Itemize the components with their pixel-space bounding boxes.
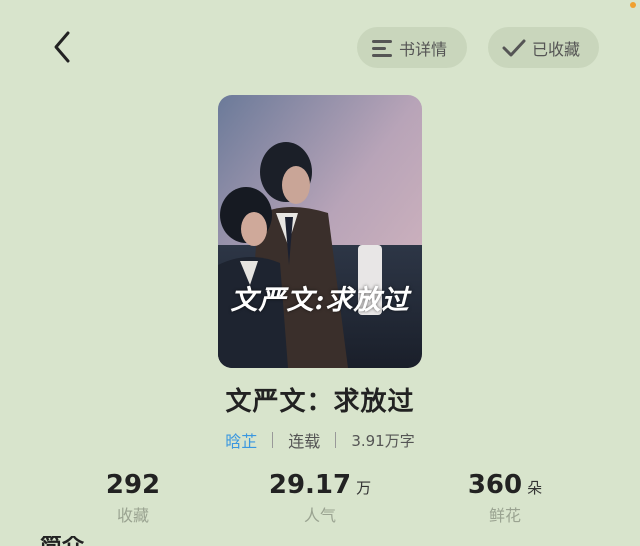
author-link[interactable]: 晗芷: [225, 428, 257, 452]
favorites-label: 收藏: [116, 506, 149, 525]
flowers-unit: 朵: [527, 479, 543, 497]
popularity-count: 29.17: [268, 470, 352, 500]
flowers-label: 鲜花: [488, 506, 521, 525]
favorites-count: 292: [105, 470, 161, 500]
meta-divider: [335, 432, 337, 448]
favorited-button[interactable]: 已收藏: [488, 27, 599, 68]
flowers-count: 360: [467, 470, 523, 500]
stat-favorites: 292 收藏: [93, 470, 173, 526]
list-icon: [371, 38, 393, 58]
stat-flowers: 360 朵 鲜花: [465, 470, 545, 526]
status-indicator-dot: [630, 2, 636, 8]
back-button[interactable]: [46, 28, 78, 66]
book-meta: 晗芷 连载 3.91万字: [0, 428, 640, 452]
cover-illustration: [218, 95, 422, 368]
section-heading: 简介: [40, 536, 84, 546]
favorited-label: 已收藏: [532, 39, 581, 59]
popularity-unit: 万: [356, 479, 372, 497]
cover-overlay-title: 文严文:求放过: [230, 285, 410, 316]
book-detail-label: 书详情: [399, 39, 448, 59]
chevron-left-icon: [54, 31, 70, 63]
stat-popularity: 29.17 万 人气: [268, 470, 372, 526]
book-title: 文严文：求放过: [225, 387, 415, 417]
meta-divider: [272, 432, 274, 448]
word-count: 3.91万字: [351, 431, 415, 450]
popularity-label: 人气: [303, 506, 336, 525]
book-status: 连载: [288, 432, 321, 451]
book-detail-button[interactable]: 书详情: [357, 27, 467, 68]
book-cover[interactable]: 文严文:求放过: [218, 95, 422, 368]
check-icon: [502, 38, 526, 58]
